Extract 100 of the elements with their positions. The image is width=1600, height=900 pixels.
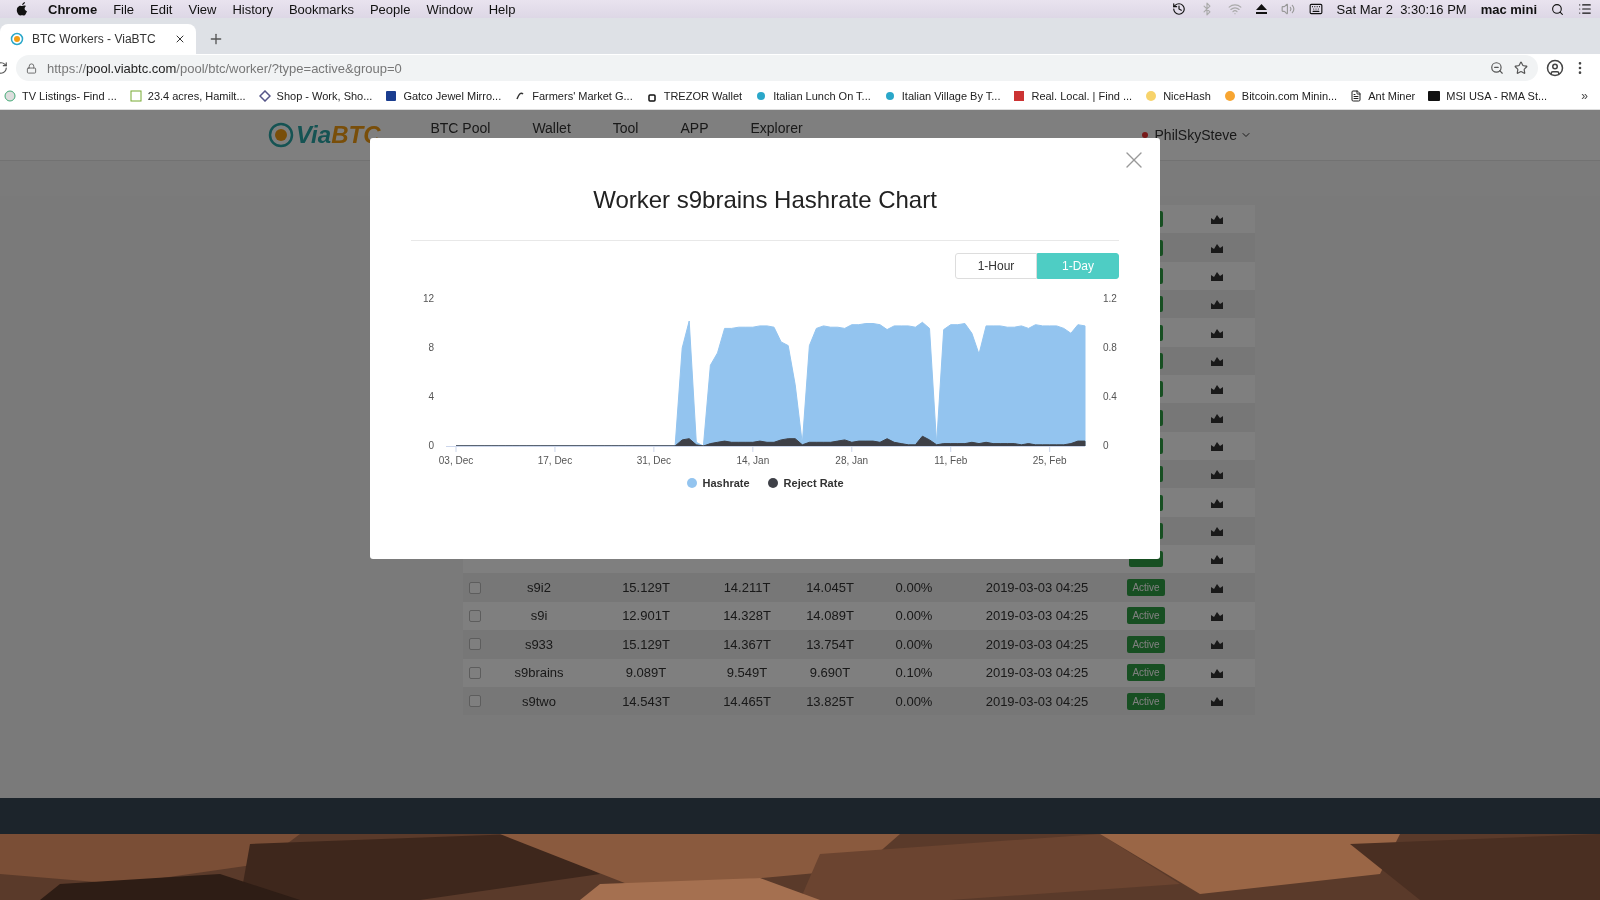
legend-label: Hashrate bbox=[702, 477, 750, 489]
browser-tab[interactable]: BTC Workers - ViaBTC bbox=[0, 24, 196, 54]
nav-link[interactable]: Tool bbox=[612, 120, 639, 136]
checkbox[interactable] bbox=[469, 638, 481, 651]
nav-link[interactable]: APP bbox=[680, 120, 709, 136]
legend-label: Reject Rate bbox=[783, 477, 844, 489]
menu-item[interactable]: History bbox=[232, 1, 273, 17]
account-menu[interactable]: PhilSkySteve bbox=[1141, 127, 1252, 143]
nav-link[interactable]: Explorer bbox=[750, 120, 803, 136]
status-badge: Active bbox=[1127, 579, 1165, 597]
table-cell-text: 2019-03-03 04:25 bbox=[984, 693, 1090, 709]
circle-icon bbox=[1145, 89, 1158, 102]
keyboard-icon[interactable] bbox=[1308, 2, 1323, 16]
area-chart-icon[interactable] bbox=[1211, 242, 1223, 253]
table-cell-text: 2019-03-03 04:25 bbox=[984, 580, 1090, 596]
zoom-icon[interactable] bbox=[1490, 61, 1504, 75]
area-chart-icon[interactable] bbox=[1211, 327, 1223, 338]
table-cell-text: 12.901T bbox=[621, 608, 671, 624]
area-chart-icon[interactable] bbox=[1211, 299, 1223, 310]
bookmark[interactable]: 23.4 acres, Hamilt... bbox=[129, 89, 246, 102]
circle-icon bbox=[1223, 89, 1236, 102]
apple-icon[interactable] bbox=[16, 2, 28, 16]
profile-icon[interactable] bbox=[1546, 59, 1564, 77]
area-chart-icon[interactable] bbox=[1211, 696, 1223, 706]
list-icon[interactable] bbox=[1578, 2, 1592, 16]
clock-text[interactable]: Sat Mar 2 3:30:16 PM bbox=[1336, 1, 1467, 17]
history-icon[interactable] bbox=[1171, 2, 1186, 16]
more-bookmarks-button[interactable]: » bbox=[1581, 88, 1596, 103]
area-chart-icon[interactable] bbox=[1211, 639, 1223, 650]
close-icon[interactable] bbox=[174, 33, 186, 45]
star-icon[interactable] bbox=[1514, 61, 1528, 75]
area-chart-icon[interactable] bbox=[1211, 611, 1223, 621]
bookmark[interactable]: Ant Miner bbox=[1350, 89, 1416, 102]
bookmark[interactable]: Italian Lunch On T... bbox=[755, 89, 871, 102]
axis-label: 25, Feb bbox=[1032, 455, 1067, 466]
area-chart-icon[interactable] bbox=[1211, 667, 1223, 678]
area-chart-icon[interactable] bbox=[1211, 270, 1223, 281]
bookmark[interactable]: Italian Village By T... bbox=[883, 89, 1001, 102]
table-cell-text: 0.00% bbox=[894, 608, 934, 624]
bookmark[interactable]: Gatco Jewel Mirro... bbox=[385, 89, 502, 102]
address-bar[interactable]: https://pool.viabtc.com/pool/btc/worker/?type=active&group=0 bbox=[16, 55, 1538, 81]
area-chart-icon[interactable] bbox=[1211, 355, 1223, 366]
menu-item[interactable]: Help bbox=[488, 1, 516, 17]
square-icon bbox=[1428, 89, 1441, 102]
checkbox[interactable] bbox=[469, 610, 481, 622]
square-icon bbox=[1013, 89, 1026, 102]
legend-item[interactable]: Hashrate bbox=[686, 477, 750, 489]
legend-item[interactable]: Reject Rate bbox=[767, 477, 844, 489]
bookmark[interactable]: MSI USA - RMA St... bbox=[1428, 89, 1548, 102]
circle-icon bbox=[755, 89, 768, 102]
checkbox[interactable] bbox=[469, 666, 481, 679]
table-cell-text: 2019-03-03 04:25 bbox=[984, 636, 1090, 652]
area-chart-icon[interactable] bbox=[1211, 497, 1223, 508]
bookmark[interactable]: Bitcoin.com Minin... bbox=[1223, 89, 1338, 102]
bookmark[interactable]: TV Listings- Find ... bbox=[4, 89, 117, 102]
menu-item[interactable]: File bbox=[113, 1, 135, 17]
bookmark[interactable]: Farmers' Market G... bbox=[514, 89, 633, 102]
menu-item[interactable]: Bookmarks bbox=[288, 1, 354, 17]
nav-link[interactable]: BTC Pool bbox=[430, 120, 491, 136]
axis-label: 31, Dec bbox=[636, 455, 672, 466]
menu-item[interactable]: Edit bbox=[150, 1, 173, 17]
square-icon bbox=[129, 89, 142, 102]
table-cell-text: 14.465T bbox=[722, 693, 772, 709]
bookmark[interactable]: Shop - Work, Sho... bbox=[258, 89, 373, 102]
area-chart-icon[interactable] bbox=[1211, 554, 1223, 565]
menu-item[interactable]: View bbox=[188, 1, 217, 17]
area-chart-icon[interactable] bbox=[1211, 469, 1223, 480]
nav-link[interactable]: Wallet bbox=[532, 120, 571, 136]
table-cell-text: 14.089T bbox=[805, 608, 855, 624]
checkbox[interactable] bbox=[469, 581, 481, 594]
bookmark[interactable]: TREZOR Wallet bbox=[645, 89, 743, 102]
area-chart-icon[interactable] bbox=[1211, 214, 1223, 225]
status-badge: Active bbox=[1127, 635, 1165, 653]
area-chart-icon[interactable] bbox=[1211, 384, 1223, 395]
eject-icon[interactable] bbox=[1255, 4, 1267, 14]
menu-item[interactable]: People bbox=[369, 1, 411, 17]
table-cell-text: 14.211T bbox=[722, 580, 772, 596]
axis-label: 1.2 bbox=[1103, 293, 1117, 304]
area-chart-icon[interactable] bbox=[1211, 412, 1223, 423]
square-icon bbox=[385, 89, 398, 102]
menu-item[interactable]: Chrome bbox=[48, 1, 98, 17]
bookmark[interactable]: NiceHash bbox=[1145, 89, 1211, 102]
new-tab-button[interactable] bbox=[208, 31, 224, 47]
user-name[interactable]: mac mini bbox=[1480, 1, 1537, 17]
search-icon[interactable] bbox=[1551, 2, 1564, 16]
range-tab[interactable]: 1-Hour bbox=[955, 253, 1037, 279]
checkbox[interactable] bbox=[469, 695, 481, 707]
axis-label: 0.4 bbox=[1103, 391, 1117, 402]
dialog-title: Worker s9brains Hashrate Chart bbox=[592, 186, 938, 214]
menu-item[interactable]: Window bbox=[426, 1, 473, 17]
axis-label: 0 bbox=[428, 440, 434, 451]
area-chart-icon[interactable] bbox=[1211, 440, 1223, 451]
table-cell-text: 14.045T bbox=[805, 580, 855, 596]
table-cell-text: 0.10% bbox=[894, 665, 934, 681]
area-chart-icon[interactable] bbox=[1211, 582, 1223, 593]
diamond-icon bbox=[258, 89, 271, 102]
axis-label: 28, Jan bbox=[835, 455, 869, 466]
table-cell-text: 0.00% bbox=[894, 693, 934, 709]
area-chart-icon[interactable] bbox=[1211, 525, 1223, 536]
bookmark[interactable]: Real. Local. | Find ... bbox=[1013, 89, 1133, 102]
